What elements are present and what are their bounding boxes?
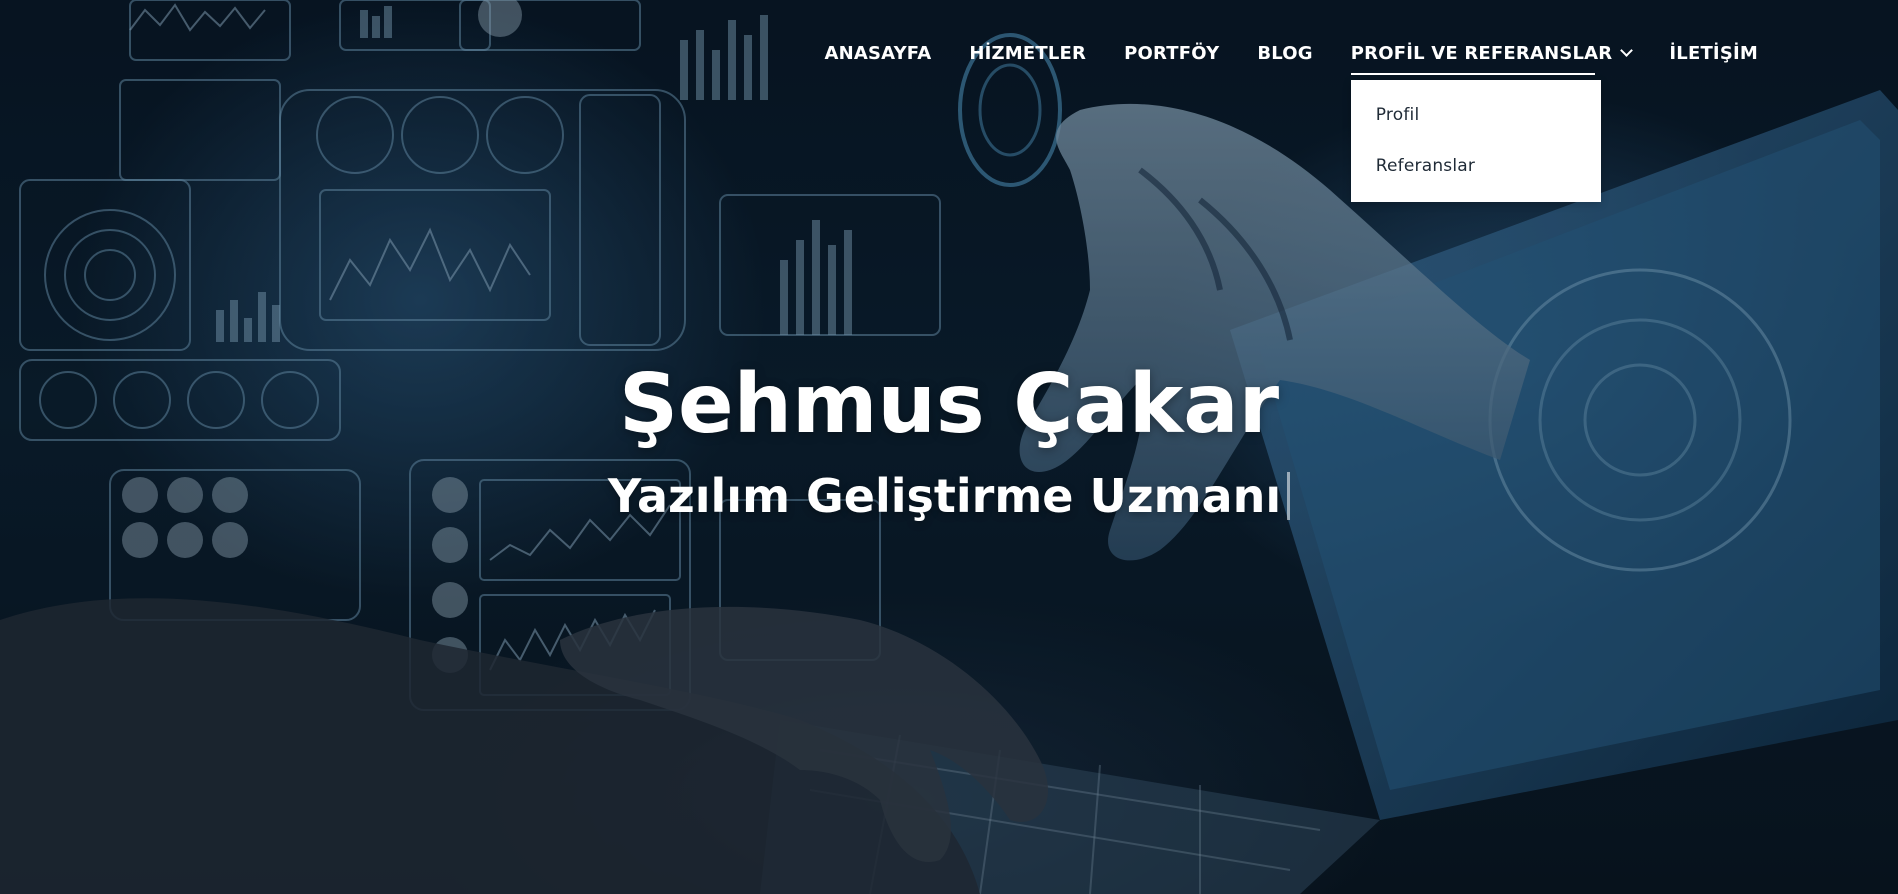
typing-cursor (1287, 472, 1291, 520)
nav-item-label: PORTFÖY (1124, 42, 1220, 64)
hero-name: Şehmus Çakar (618, 357, 1280, 452)
nav-item-hizmetler[interactable]: HİZMETLER (969, 38, 1086, 68)
hero-text: Şehmus Çakar Yazılım Geliştirme Uzmanı (0, 355, 1898, 527)
nav-item-label: PROFİL VE REFERANSLAR (1350, 42, 1613, 64)
nav-item-label: HİZMETLER (969, 42, 1087, 64)
chevron-down-icon (1620, 43, 1634, 57)
hero-subtitle: Yazılım Geliştirme Uzmanı (607, 469, 1282, 523)
nav-item-label: İLETİŞİM (1669, 42, 1758, 64)
dropdown-menu: Profil Referanslar (1350, 80, 1601, 202)
nav-item-portfoy[interactable]: PORTFÖY (1124, 38, 1219, 68)
hero-subtitle-wrapper: Yazılım Geliştirme Uzmanı (607, 465, 1291, 527)
nav-item-blog[interactable]: BLOG (1257, 38, 1312, 68)
nav-item-label: BLOG (1257, 42, 1313, 64)
dropdown-item-profil[interactable]: Profil (1351, 90, 1601, 141)
nav-item-profil-ve-referanslar[interactable]: PROFİL VE REFERANSLAR Profil Referanslar (1350, 38, 1634, 202)
nav-item-iletisim[interactable]: İLETİŞİM (1669, 38, 1758, 68)
nav-item-label: ANASAYFA (824, 42, 932, 64)
dropdown-item-referanslar[interactable]: Referanslar (1351, 141, 1601, 192)
main-navigation: ANASAYFA HİZMETLER PORTFÖY BLOG PROFİL V… (824, 38, 1758, 202)
nav-item-anasayfa[interactable]: ANASAYFA (824, 38, 931, 68)
hero-section: ANASAYFA HİZMETLER PORTFÖY BLOG PROFİL V… (0, 0, 1898, 894)
